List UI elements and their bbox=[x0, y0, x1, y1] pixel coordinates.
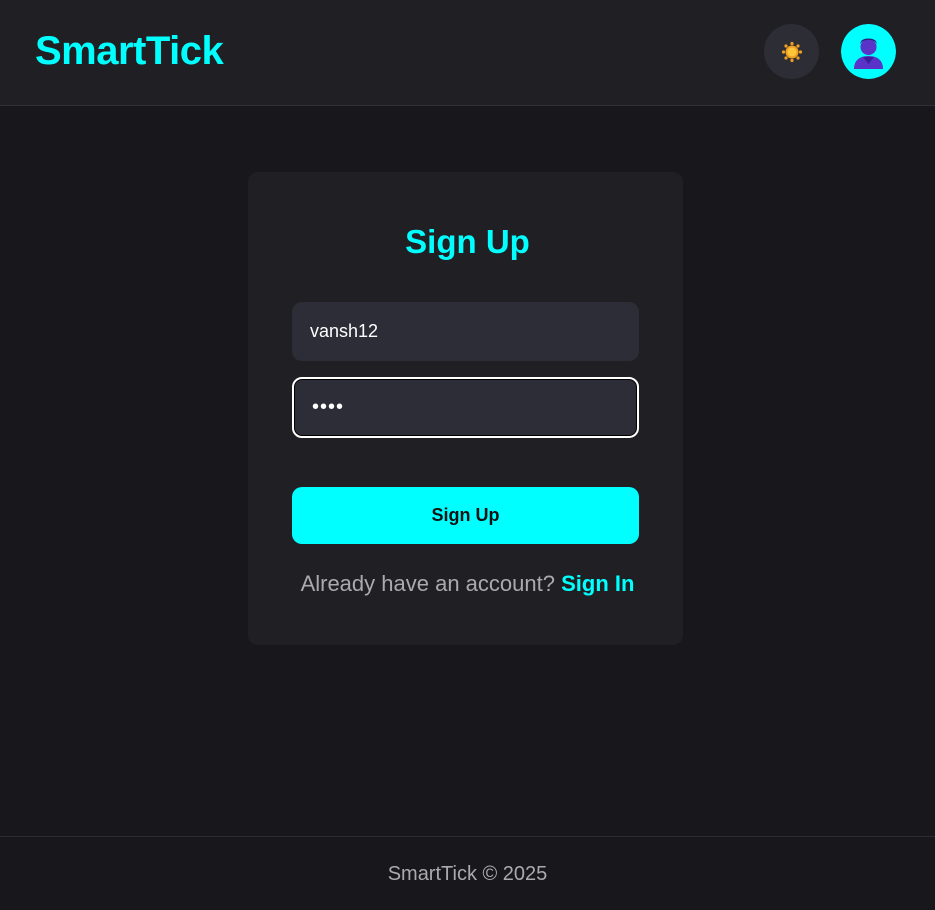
app-header: SmartTick bbox=[0, 0, 935, 106]
brand-logo[interactable]: SmartTick bbox=[35, 28, 224, 74]
username-input[interactable] bbox=[292, 302, 639, 361]
signup-title: Sign Up bbox=[405, 223, 530, 260]
profile-avatar-button[interactable] bbox=[841, 24, 896, 79]
footer-copyright: SmartTick © 2025 bbox=[387, 863, 548, 885]
signin-link[interactable]: Sign In bbox=[561, 571, 634, 596]
password-input[interactable] bbox=[292, 377, 639, 438]
signup-button[interactable]: Sign Up bbox=[292, 487, 639, 544]
signin-prompt-text: Already have an account? bbox=[300, 571, 555, 596]
user-avatar-icon bbox=[841, 24, 896, 79]
sun-icon bbox=[781, 41, 802, 62]
signin-prompt: Already have an account? Sign In bbox=[0, 570, 935, 598]
theme-toggle-button[interactable] bbox=[764, 24, 819, 79]
